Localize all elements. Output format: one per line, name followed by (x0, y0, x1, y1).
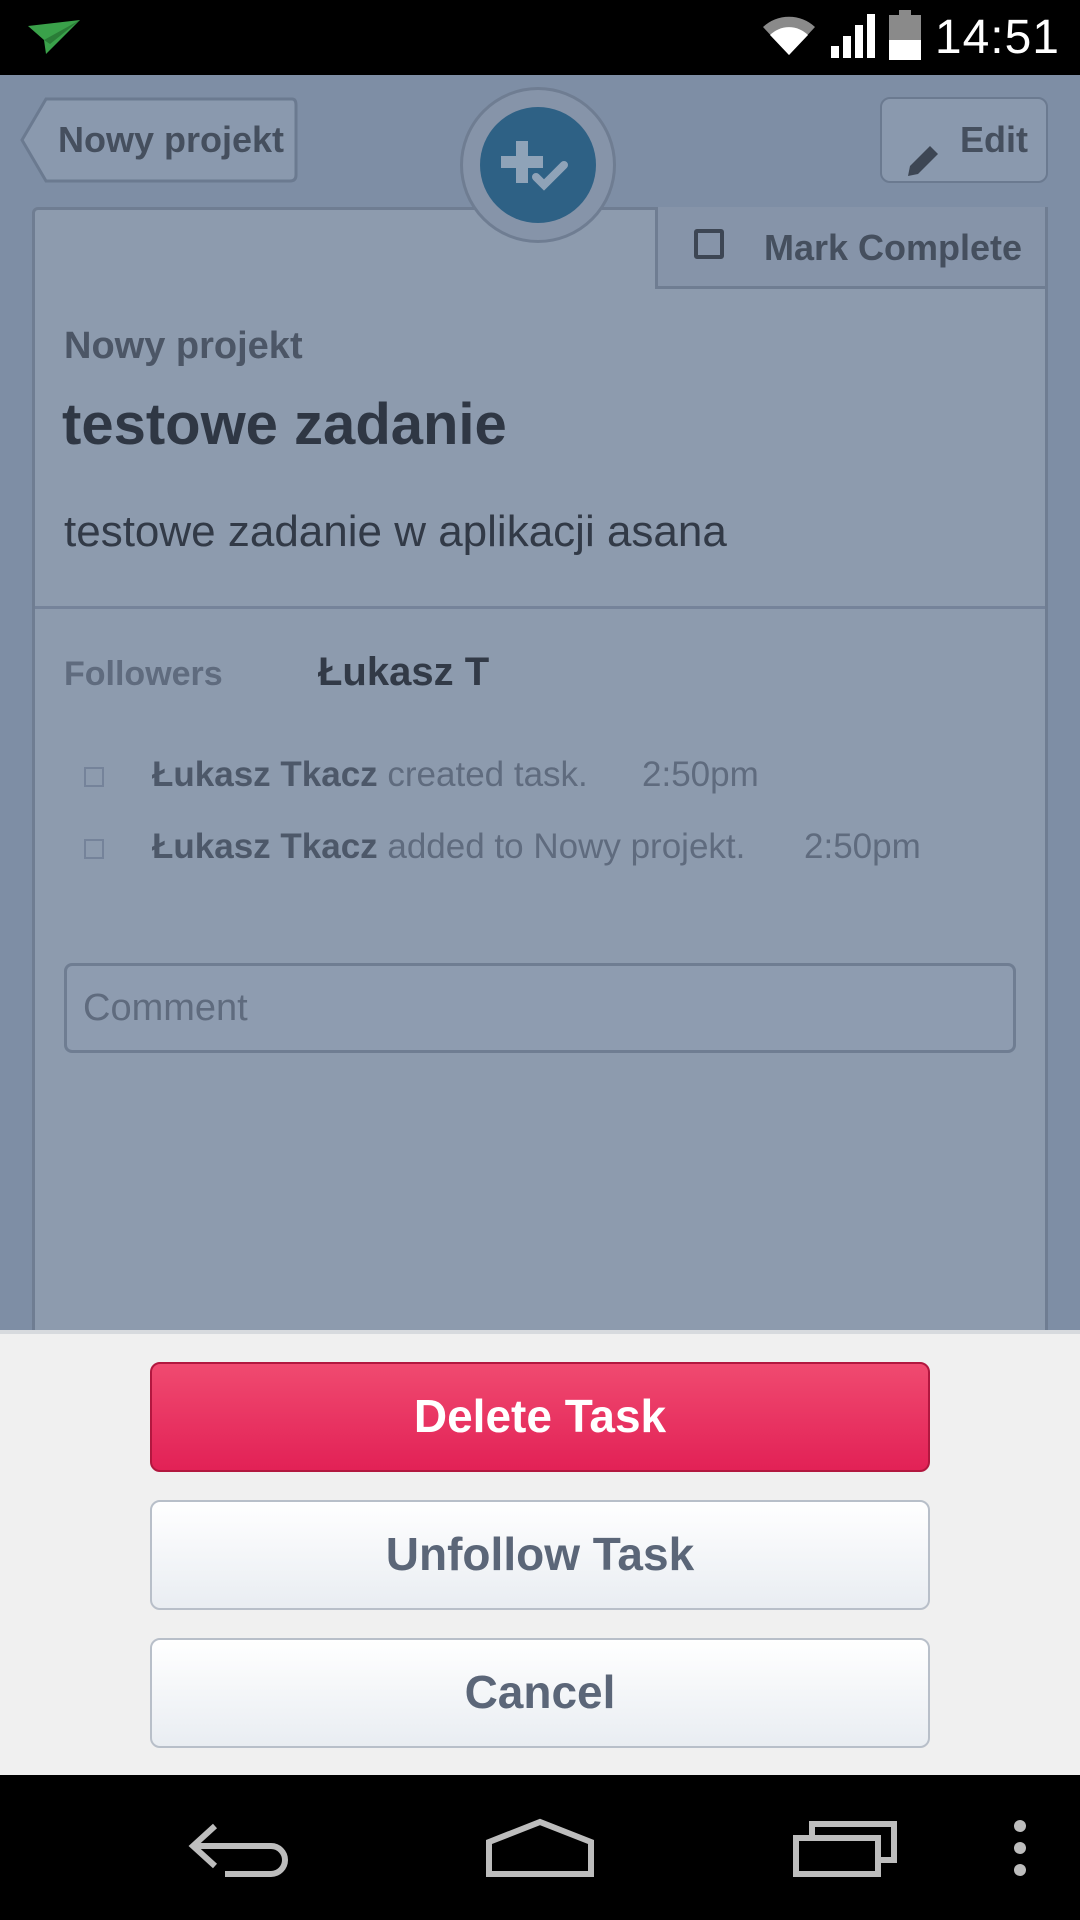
status-bar: 14:51 (0, 0, 1080, 75)
navigation-bar (0, 1775, 1080, 1920)
back-button-label: Nowy projekt (58, 119, 285, 160)
followers-label: Followers (64, 655, 223, 693)
task-detail-screen: Nowy projekt Edit Mark Complete Nowy pro… (0, 75, 1080, 1330)
mark-complete-label: Mark Complete (764, 227, 1023, 268)
followers-value[interactable]: Łukasz T (318, 650, 489, 695)
activity-action: created task. (377, 755, 588, 794)
battery-icon (888, 10, 921, 65)
pencil-icon (906, 125, 940, 207)
add-task-button[interactable] (460, 87, 616, 243)
activity-user: Łukasz Tkacz created task. (152, 755, 588, 794)
divider (35, 606, 1045, 609)
task-description: testowe zadanie w aplikacji asana (64, 507, 727, 556)
add-task-icon (501, 141, 568, 191)
edit-label: Edit (960, 119, 1028, 160)
action-sheet: Delete Task Unfollow Task Cancel (0, 1330, 1080, 1775)
comment-field[interactable] (64, 963, 1016, 1053)
comment-input[interactable] (67, 966, 1013, 1050)
checkbox-icon (694, 229, 724, 259)
status-time: 14:51 (934, 11, 1060, 64)
back-to-project-button[interactable]: Nowy projekt (20, 97, 298, 183)
edit-button[interactable]: Edit (880, 97, 1048, 183)
mark-complete-button[interactable]: Mark Complete (655, 207, 1048, 289)
cancel-button[interactable]: Cancel (150, 1638, 930, 1748)
activity-bullet-icon (84, 839, 104, 859)
recent-apps-icon[interactable] (775, 1775, 915, 1920)
activity-time: 2:50pm (804, 827, 921, 866)
activity-item: Łukasz Tkacz added to Nowy projekt. 2:50… (64, 827, 1024, 877)
activity-item: Łukasz Tkacz created task. 2:50pm (64, 755, 1024, 805)
cell-signal-icon (830, 12, 875, 63)
overflow-menu-icon[interactable] (990, 1775, 1050, 1920)
home-icon[interactable] (470, 1775, 610, 1920)
activity-action: added to Nowy projekt. (377, 827, 746, 866)
task-title: testowe zadanie (62, 392, 507, 457)
task-project-name[interactable]: Nowy projekt (64, 325, 303, 368)
activity-time: 2:50pm (642, 755, 759, 794)
unfollow-task-button[interactable]: Unfollow Task (150, 1500, 930, 1610)
back-icon[interactable] (170, 1775, 310, 1920)
activity-user: Łukasz Tkacz added to Nowy projekt. (152, 827, 746, 866)
app-notification-icon (26, 18, 82, 63)
wifi-icon (761, 13, 817, 62)
activity-bullet-icon (84, 767, 104, 787)
delete-task-button[interactable]: Delete Task (150, 1362, 930, 1472)
